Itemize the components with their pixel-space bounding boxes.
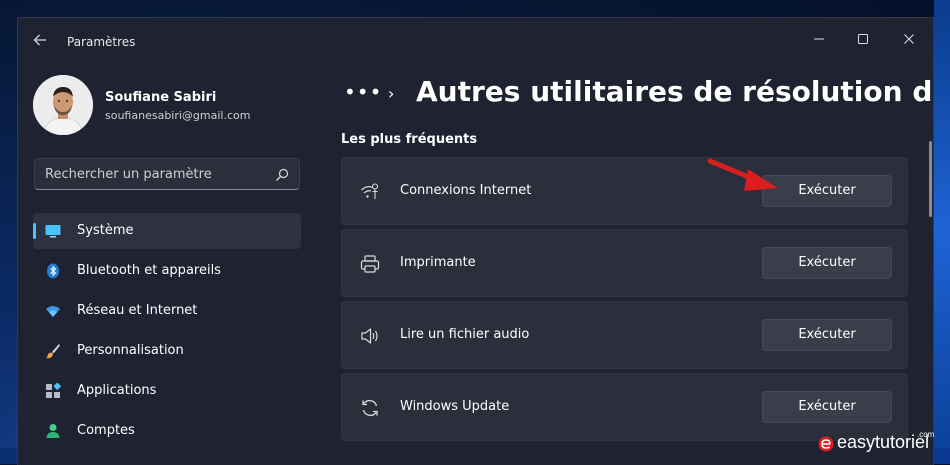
printer-icon	[360, 255, 380, 273]
maximize-icon	[858, 34, 868, 44]
watermark-suffix: .com	[917, 430, 935, 439]
run-button[interactable]: Exécuter	[762, 175, 892, 207]
speaker-icon	[361, 328, 378, 344]
sidebar-item-personnalisation[interactable]: Personnalisation	[33, 333, 301, 369]
sidebar-item-applications[interactable]: Applications	[33, 373, 301, 409]
sidebar-item-label: Applications	[77, 383, 157, 398]
back-button[interactable]	[30, 32, 50, 52]
app-title: Paramètres	[67, 35, 136, 49]
sidebar-item-bluetooth[interactable]: Bluetooth et appareils	[33, 253, 301, 289]
wifi-settings-icon	[361, 183, 379, 199]
avatar[interactable]	[33, 75, 93, 135]
easytutoriel-logo-icon	[818, 436, 834, 452]
minimize-icon	[814, 38, 824, 40]
monitor-icon	[45, 225, 61, 238]
search-icon	[276, 168, 289, 181]
troubleshooter-label: Windows Update	[400, 399, 510, 414]
sidebar-item-reseau[interactable]: Réseau et Internet	[33, 293, 301, 329]
troubleshooter-label: Lire un fichier audio	[400, 327, 530, 342]
sidebar-item-label: Bluetooth et appareils	[77, 263, 221, 278]
user-photo	[33, 75, 93, 135]
watermark: easytutoriel .com	[817, 430, 947, 456]
desktop-wallpaper	[934, 0, 950, 464]
sidebar-item-label: Réseau et Internet	[77, 303, 198, 318]
search-placeholder: Rechercher un paramètre	[45, 167, 212, 182]
sidebar-item-label: Comptes	[77, 423, 135, 438]
minimize-button[interactable]	[796, 24, 842, 54]
wifi-icon	[46, 306, 60, 317]
page-title: Autres utilitaires de résolution des pro…	[416, 75, 933, 108]
troubleshooter-row-printer: Imprimante Exécuter	[341, 229, 908, 297]
scrollbar-thumb[interactable]	[929, 141, 932, 217]
troubleshooter-list: Connexions Internet Exécuter Imprimante …	[341, 157, 908, 445]
maximize-button[interactable]	[840, 24, 886, 54]
troubleshooter-label: Imprimante	[400, 255, 476, 270]
sync-icon	[362, 399, 378, 417]
close-icon	[904, 34, 914, 44]
sidebar-item-systeme[interactable]: Système	[33, 213, 301, 249]
user-name: Soufiane Sabiri	[105, 90, 217, 105]
person-icon	[46, 424, 60, 438]
annotation-arrow-icon	[708, 158, 778, 191]
sidebar-item-label: Système	[77, 223, 134, 238]
breadcrumb-chevron-icon: ›	[388, 84, 395, 103]
breadcrumb-overflow-button[interactable]: •••	[344, 80, 382, 104]
bluetooth-icon	[47, 263, 59, 279]
paintbrush-icon	[46, 344, 60, 359]
title-bar: Paramètres	[18, 18, 933, 64]
settings-window: Paramètres Soufiane Sabiri soufianesabir…	[17, 17, 934, 465]
active-indicator	[33, 223, 36, 239]
troubleshooter-row-internet: Connexions Internet Exécuter	[341, 157, 908, 225]
sidebar-item-label: Personnalisation	[77, 343, 184, 358]
troubleshooter-row-audio: Lire un fichier audio Exécuter	[341, 301, 908, 369]
troubleshooter-label: Connexions Internet	[400, 183, 532, 198]
watermark-text: easytutoriel	[837, 432, 930, 452]
run-button[interactable]: Exécuter	[762, 247, 892, 279]
section-title: Les plus fréquents	[341, 132, 478, 147]
user-email: soufianesabiri@gmail.com	[105, 109, 251, 122]
arrow-left-icon	[33, 34, 46, 46]
run-button[interactable]: Exécuter	[762, 391, 892, 423]
search-input[interactable]: Rechercher un paramètre	[34, 158, 300, 190]
close-button[interactable]	[886, 24, 932, 54]
run-button[interactable]: Exécuter	[762, 319, 892, 351]
sidebar-nav: Système Bluetooth et appareils Réseau et…	[33, 213, 301, 453]
apps-icon	[46, 383, 61, 398]
sidebar-item-comptes[interactable]: Comptes	[33, 413, 301, 449]
